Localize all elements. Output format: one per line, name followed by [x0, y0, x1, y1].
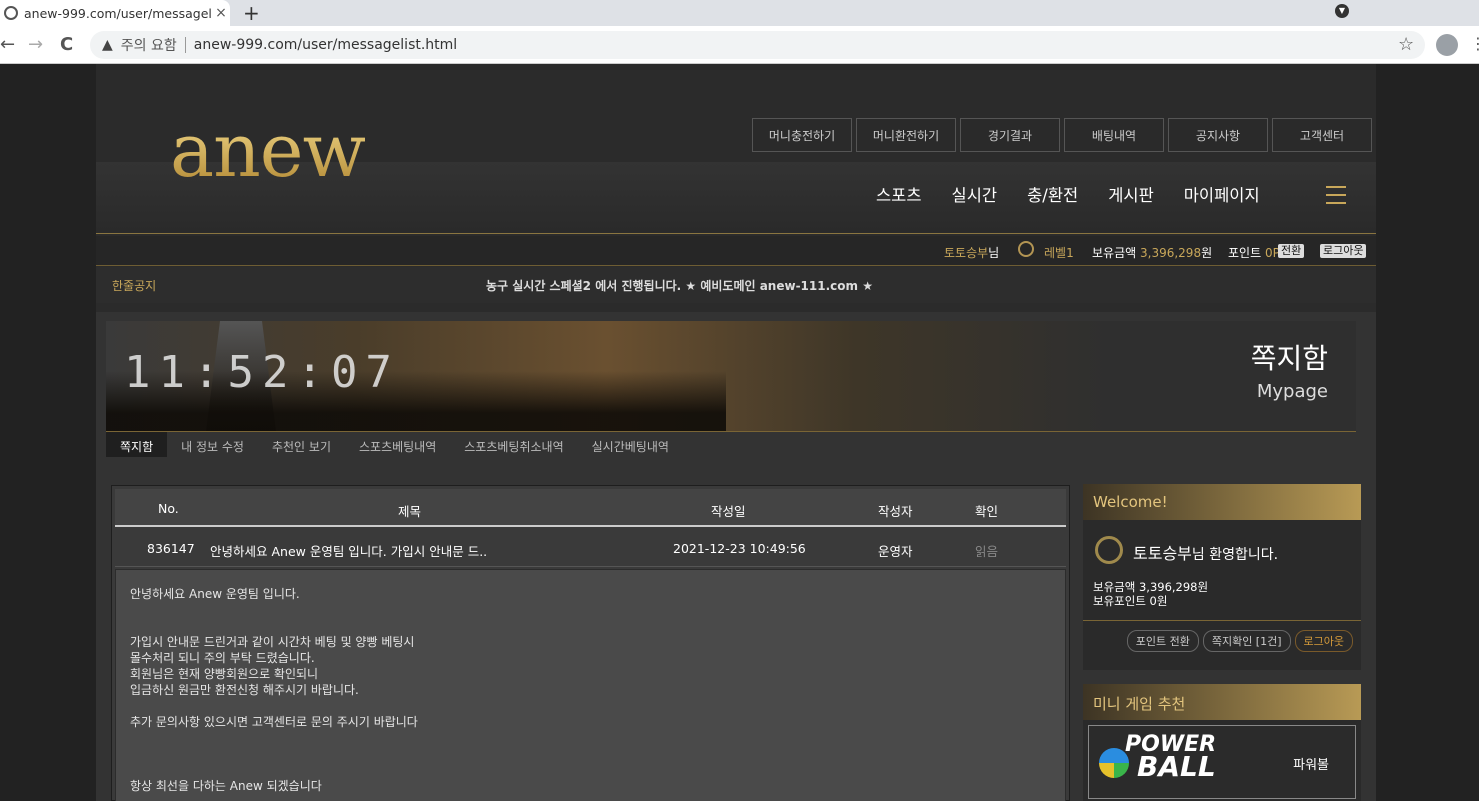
point-line: 보유포인트 0원 — [1093, 594, 1168, 608]
col-title: 제목 — [398, 504, 422, 519]
row-date: 2021-12-23 10:49:56 — [673, 541, 806, 556]
sidebar: Welcome! 토토승부님 환영합니다. 보유금액 3,396,298원 보유… — [1083, 484, 1361, 801]
level-icon — [1095, 536, 1123, 564]
row-author: 운영자 — [878, 544, 913, 559]
row-title[interactable]: 안녕하세요 Anew 운영팀 입니다. 가입시 안내문 드.. — [210, 541, 487, 560]
tab-sports-cancels[interactable]: 스포츠베팅취소내역 — [450, 432, 577, 457]
forward-button[interactable]: → — [28, 34, 43, 55]
security-label: 주의 요함 — [120, 38, 177, 54]
chevron-down-icon[interactable]: ▼ — [1335, 4, 1349, 18]
mypage-tabs: 쪽지함 내 정보 수정 추천인 보기 스포츠베팅내역 스포츠베팅취소내역 실시간… — [106, 431, 1356, 457]
menu-icon[interactable]: ⋮ — [1470, 34, 1479, 53]
logout-button[interactable]: 로그아웃 — [1320, 244, 1367, 258]
close-icon[interactable]: × — [212, 5, 230, 21]
powerball-card[interactable]: POWER BALL 파워볼 — [1088, 725, 1356, 799]
omnibox[interactable]: ▲ 주의 요함 anew-999.com/user/messagelist.ht… — [90, 31, 1425, 59]
address-bar: ← → C ▲ 주의 요함 anew-999.com/user/messagel… — [0, 26, 1479, 64]
balance-line: 보유금액 3,396,298원 — [1093, 580, 1209, 594]
nav-board[interactable]: 게시판 — [1108, 182, 1154, 206]
col-date: 작성일 — [711, 504, 746, 519]
point-convert-button[interactable]: 포인트 전환 — [1126, 630, 1199, 652]
notice-message: 농구 실시간 스페셜2 에서 진행됩니다. ★ 예비도메인 anew-111.c… — [486, 279, 873, 293]
tab-messages[interactable]: 쪽지함 — [106, 432, 168, 457]
main-nav: 스포츠 실시간 충/환전 게시판 마이페이지 — [876, 182, 1260, 206]
notice-link[interactable]: 공지사항 — [1168, 118, 1268, 152]
row-no: 836147 — [147, 541, 195, 556]
welcome-box: 토토승부님 환영합니다. 보유금액 3,396,298원 보유포인트 0원 포인… — [1083, 520, 1361, 670]
message-text: 안녕하세요 Anew 운영팀 입니다. 가입시 안내문 드린거과 같이 시간차 … — [130, 587, 418, 793]
tab-edit-info[interactable]: 내 정보 수정 — [167, 432, 258, 457]
user-balance: 보유금액 3,396,298원 — [1092, 246, 1213, 260]
browser-tab[interactable]: anew-999.com/user/messagelist × — [0, 0, 230, 26]
site-logo[interactable]: anew — [170, 114, 366, 188]
welcome-title: Welcome! — [1083, 484, 1361, 520]
point-convert-button[interactable]: 전환 — [1278, 244, 1305, 258]
table-header: No. 제목 작성일 작성자 확인 — [115, 489, 1066, 527]
back-button[interactable]: ← — [0, 34, 15, 55]
row-status: 읽음 — [975, 544, 999, 559]
globe-icon — [4, 6, 18, 20]
user-level: 레벨1 — [1044, 246, 1074, 260]
customer-center-link[interactable]: 고객센터 — [1272, 118, 1372, 152]
tab-title: anew-999.com/user/messagelist — [24, 5, 212, 21]
betting-history-link[interactable]: 배팅내역 — [1064, 118, 1164, 152]
level-icon — [1018, 241, 1038, 257]
message-body: 안녕하세요 Anew 운영팀 입니다. 가입시 안내문 드린거과 같이 시간차 … — [115, 569, 1066, 801]
game-name: 파워볼 — [1293, 758, 1329, 773]
warning-icon: ▲ — [102, 37, 113, 53]
notice-label: 한줄공지 — [112, 279, 157, 293]
nav-sports[interactable]: 스포츠 — [876, 182, 922, 206]
check-messages-button[interactable]: 쪽지확인 [1건] — [1202, 630, 1291, 652]
tab-referrals[interactable]: 추천인 보기 — [258, 432, 345, 457]
top-links: 머니충전하기 머니환전하기 경기결과 배팅내역 공지사항 고객센터 — [752, 118, 1372, 152]
welcome-message: 토토승부님 환영합니다. — [1133, 544, 1279, 563]
page-title: 쪽지함 — [1250, 342, 1328, 375]
sidebar-logout-button[interactable]: 로그아웃 — [1294, 630, 1353, 652]
money-charge-link[interactable]: 머니충전하기 — [752, 118, 852, 152]
mini-game-list: POWER BALL 파워볼 — [1083, 720, 1361, 801]
col-author: 작성자 — [878, 504, 913, 519]
browser-tab-bar: anew-999.com/user/messagelist × + ▼ — [0, 0, 1479, 26]
user-greeting: 토토승부님 — [944, 246, 1000, 260]
mypage-banner: 11:52:07 쪽지함 Mypage — [106, 321, 1356, 431]
tab-sports-bets[interactable]: 스포츠베팅내역 — [345, 432, 450, 457]
hamburger-icon[interactable] — [1326, 186, 1346, 210]
balance-info: 보유금액 3,396,298원 보유포인트 0원 — [1093, 580, 1208, 608]
message-table: No. 제목 작성일 작성자 확인 836147 안녕하세요 Anew 운영팀 … — [111, 485, 1070, 801]
col-no: No. — [158, 501, 179, 516]
ball-icon — [1099, 748, 1129, 778]
powerball-logo: POWER BALL — [1099, 734, 1216, 781]
new-tab-button[interactable]: + — [243, 1, 260, 25]
divider — [1083, 620, 1361, 621]
match-results-link[interactable]: 경기결과 — [960, 118, 1060, 152]
content-area: 11:52:07 쪽지함 Mypage 쪽지함 내 정보 수정 추천인 보기 스… — [96, 312, 1376, 801]
nav-mypage[interactable]: 마이페이지 — [1184, 182, 1260, 206]
page: 스포츠 실시간 충/환전 게시판 마이페이지 anew 머니충전하기 머니환전하… — [0, 64, 1479, 801]
star-icon[interactable]: ☆ — [1398, 34, 1414, 55]
page-subtitle: Mypage — [1256, 381, 1328, 402]
nav-exchange[interactable]: 충/환전 — [1027, 182, 1078, 206]
nav-live[interactable]: 실시간 — [952, 182, 998, 206]
tab-live-bets[interactable]: 실시간베팅내역 — [578, 432, 683, 457]
avatar[interactable] — [1436, 34, 1458, 56]
welcome-buttons: 포인트 전환 쪽지확인 [1건] 로그아웃 — [1126, 630, 1353, 652]
col-check: 확인 — [975, 504, 999, 519]
user-bar: 토토승부님 레벨1 보유금액 3,396,298원 포인트 0P 전환 로그아웃 — [96, 236, 1376, 266]
notice-bar: 한줄공지 농구 실시간 스페셜2 에서 진행됩니다. ★ 예비도메인 anew-… — [96, 267, 1376, 303]
table-row[interactable]: 836147 안녕하세요 Anew 운영팀 입니다. 가입시 안내문 드.. 2… — [115, 529, 1066, 567]
money-exchange-link[interactable]: 머니환전하기 — [856, 118, 956, 152]
mini-game-title: 미니 게임 추천 — [1083, 684, 1361, 720]
user-point: 포인트 0P — [1228, 246, 1280, 260]
reload-button[interactable]: C — [60, 34, 73, 55]
divider — [184, 37, 186, 53]
banner-clock: 11:52:07 — [124, 347, 400, 398]
url-text[interactable]: anew-999.com/user/messagelist.html — [194, 37, 457, 53]
